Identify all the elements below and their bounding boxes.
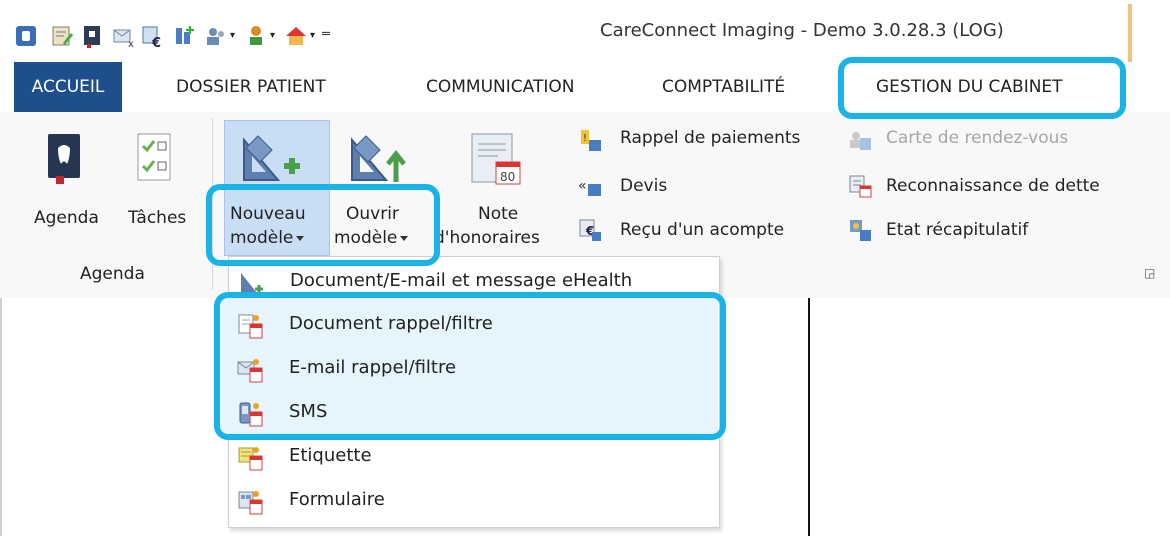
mail-x-icon[interactable]: x [112, 24, 136, 48]
dialog-launcher-icon[interactable]: ◲ [1144, 266, 1155, 280]
label-icon [238, 447, 263, 471]
stamp-icon[interactable] [244, 24, 268, 48]
menu-item-label: Formulaire [289, 489, 385, 510]
appointment-card-button: Carte de rendez-vous [886, 128, 1069, 148]
callout-frame-model-buttons [206, 184, 440, 266]
users-icon[interactable] [204, 24, 228, 48]
chevron-down-icon[interactable]: ▾ [270, 30, 275, 41]
chevron-down-icon[interactable]: ▾ [230, 30, 235, 41]
menu-item-form[interactable]: Formulaire [228, 480, 718, 524]
euro-invoice-icon[interactable]: € [140, 24, 164, 48]
tab-communication[interactable]: COMMUNICATION [426, 62, 574, 112]
window-edge [1128, 4, 1132, 62]
home-folder-icon[interactable] [284, 24, 308, 48]
fee-note-label-line1[interactable]: Note [478, 204, 518, 224]
tab-comptabilite[interactable]: COMPTABILITÉ [662, 62, 785, 112]
taches-button[interactable]: Tâches [128, 208, 186, 228]
group-label-agenda: Agenda [80, 264, 145, 284]
left-edge [0, 298, 2, 536]
svg-text:!: ! [583, 133, 587, 144]
callout-frame-tab [838, 57, 1126, 119]
svg-text:€: € [151, 36, 161, 48]
tasks-checklist-icon[interactable] [134, 132, 174, 184]
agenda-book-icon[interactable] [44, 132, 84, 184]
menu-item-label: Etiquette [289, 445, 372, 466]
svg-text:x: x [128, 39, 134, 48]
svg-text:80: 80 [500, 170, 515, 184]
tab-dossier-patient[interactable]: DOSSIER PATIENT [176, 62, 326, 112]
chevron-down-icon[interactable]: ▾ [310, 30, 315, 41]
summary-statement-button[interactable]: Etat récapitulatif [886, 220, 1028, 240]
panel-divider [808, 298, 810, 536]
agenda-button[interactable]: Agenda [34, 208, 99, 228]
print-icon[interactable] [172, 24, 196, 48]
tab-accueil[interactable]: ACCUEIL [14, 62, 122, 112]
svg-text:«: « [578, 178, 587, 194]
payment-reminder-icon: ! [581, 130, 601, 151]
menu-item-label: Document/E-mail et message eHealth [290, 270, 633, 291]
form-icon [238, 491, 263, 515]
debt-acknowledgement-button[interactable]: Reconnaissance de dette [886, 176, 1100, 196]
fee-note-label-line2[interactable]: d'honoraires [434, 228, 540, 248]
payment-reminder-button[interactable]: Rappel de paiements [620, 128, 800, 148]
quote-icon: « [578, 178, 601, 196]
quote-button[interactable]: Devis [620, 176, 667, 196]
appointment-card-icon [850, 132, 871, 150]
summary-statement-icon [850, 220, 871, 241]
agenda-book-icon[interactable] [80, 24, 104, 48]
window-title: CareConnect Imaging - Demo 3.0.28.3 (LOG… [600, 20, 1004, 41]
menu-item-label-etiquette[interactable]: Etiquette [228, 436, 718, 480]
callout-frame-menu-items [214, 292, 726, 440]
patient-edit-icon[interactable] [50, 24, 74, 48]
open-template-icon[interactable] [346, 132, 412, 188]
fee-note-icon[interactable]: 80 [466, 132, 526, 188]
deposit-receipt-icon: € [579, 219, 601, 241]
deposit-receipt-button[interactable]: Reçu d'un acompte [620, 220, 784, 240]
new-template-icon [243, 135, 300, 181]
customize-icon[interactable]: ═ [322, 27, 330, 42]
app-icon[interactable] [14, 24, 38, 48]
debt-acknowledgement-icon [849, 175, 872, 198]
